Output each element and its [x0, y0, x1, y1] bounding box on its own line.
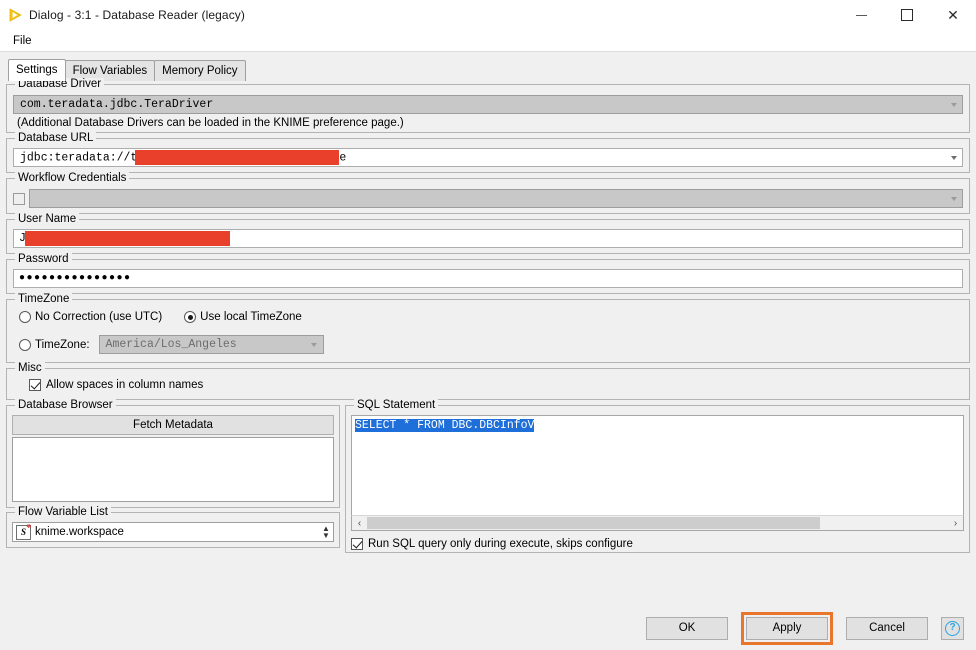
window-controls: ✕: [838, 0, 976, 30]
password-legend: Password: [15, 253, 72, 265]
cancel-button[interactable]: Cancel: [846, 617, 928, 640]
redaction-bar: [135, 150, 339, 165]
chevron-down-icon: [307, 343, 323, 347]
workflow-credentials-checkbox[interactable]: [13, 193, 25, 205]
user-name-input[interactable]: J: [13, 229, 963, 248]
radio-timezone-label: TimeZone:: [35, 339, 90, 351]
database-url-combo[interactable]: jdbc:teradata://t e: [13, 148, 963, 167]
close-icon: ✕: [947, 8, 959, 22]
flow-variable-label: knime.workspace: [35, 526, 319, 538]
database-url-value: jdbc:teradata://t e: [14, 150, 946, 165]
bottom-split-panel: Database Browser Fetch Metadata Flow Var…: [6, 405, 970, 553]
flow-variable-list-legend: Flow Variable List: [15, 506, 111, 518]
fetch-metadata-button[interactable]: Fetch Metadata: [12, 415, 334, 435]
apply-button[interactable]: Apply: [746, 617, 828, 640]
scrollbar-thumb[interactable]: [367, 517, 820, 529]
password-input[interactable]: ●●●●●●●●●●●●●●●: [13, 269, 963, 288]
window-titlebar: Dialog - 3:1 - Database Reader (legacy) …: [0, 0, 976, 30]
maximize-button[interactable]: [884, 0, 930, 30]
run-sql-on-execute-checkbox[interactable]: [351, 538, 363, 550]
sql-statement-legend: SQL Statement: [354, 399, 438, 411]
tab-settings[interactable]: Settings: [8, 59, 66, 81]
sql-statement-group: SQL Statement SELECT * FROM DBC.DBCInfoV…: [345, 405, 970, 553]
database-url-group: Database URL jdbc:teradata://te: [6, 138, 970, 173]
tabstrip: Settings Flow Variables Memory Policy: [0, 52, 976, 81]
settings-tab-panel: Database Driver com.teradata.jdbc.TeraDr…: [6, 84, 970, 553]
allow-spaces-checkbox[interactable]: [29, 379, 41, 391]
knime-node-triangle-icon: [7, 7, 23, 23]
radio-no-correction[interactable]: [19, 311, 31, 323]
help-button[interactable]: ?: [941, 617, 964, 640]
chevron-down-icon: [946, 197, 962, 201]
timezone-legend: TimeZone: [15, 293, 72, 305]
flow-variable-list-group: Flow Variable List S knime.workspace ▲▼: [6, 512, 340, 548]
database-driver-combo[interactable]: com.teradata.jdbc.TeraDriver: [13, 95, 963, 114]
database-browser-legend: Database Browser: [15, 399, 116, 411]
sql-statement-text: SELECT * FROM DBC.DBCInfoV: [355, 419, 534, 432]
radio-no-correction-label: No Correction (use UTC): [35, 311, 162, 323]
chevron-down-icon: [946, 156, 962, 160]
string-variable-icon: S: [16, 525, 31, 540]
dialog-footer: OK Apply Cancel ?: [0, 606, 976, 650]
database-driver-group: Database Driver com.teradata.jdbc.TeraDr…: [6, 84, 970, 133]
list-scroll-spinner[interactable]: ▲▼: [319, 525, 333, 539]
radio-use-local-timezone[interactable]: [184, 311, 196, 323]
database-url-suffix: e: [339, 152, 346, 165]
allow-spaces-label: Allow spaces in column names: [46, 379, 203, 391]
right-pane: SQL Statement SELECT * FROM DBC.DBCInfoV…: [345, 405, 970, 553]
database-url-prefix: jdbc:teradata://t: [20, 152, 137, 165]
password-group: Password ●●●●●●●●●●●●●●●: [6, 259, 970, 294]
close-button[interactable]: ✕: [930, 0, 976, 30]
run-sql-on-execute-label: Run SQL query only during execute, skips…: [368, 538, 633, 550]
scroll-left-icon[interactable]: ‹: [352, 516, 367, 530]
misc-group: Misc Allow spaces in column names: [6, 368, 970, 400]
window-title: Dialog - 3:1 - Database Reader (legacy): [29, 8, 245, 22]
radio-use-local-timezone-label: Use local TimeZone: [200, 311, 302, 323]
timezone-group: TimeZone No Correction (use UTC) Use loc…: [6, 299, 970, 363]
scroll-right-icon[interactable]: ›: [948, 516, 963, 530]
sql-statement-editor[interactable]: SELECT * FROM DBC.DBCInfoV: [351, 415, 964, 515]
menu-file[interactable]: File: [8, 33, 37, 49]
minimize-icon: [856, 15, 867, 16]
sql-horizontal-scrollbar[interactable]: ‹ ›: [351, 515, 964, 531]
workflow-credentials-legend: Workflow Credentials: [15, 172, 129, 184]
minimize-button[interactable]: [838, 0, 884, 30]
database-driver-value: com.teradata.jdbc.TeraDriver: [14, 98, 946, 111]
list-item[interactable]: S knime.workspace ▲▼: [12, 522, 334, 542]
user-name-group: User Name J: [6, 219, 970, 254]
workflow-credentials-group: Workflow Credentials: [6, 178, 970, 214]
maximize-icon: [901, 9, 913, 21]
question-mark-icon: ?: [945, 621, 960, 636]
database-browser-tree[interactable]: [12, 437, 334, 502]
dialog-body: Settings Flow Variables Memory Policy Da…: [0, 51, 976, 650]
left-pane: Database Browser Fetch Metadata Flow Var…: [6, 405, 340, 553]
user-name-legend: User Name: [15, 213, 79, 225]
menubar: File: [0, 30, 976, 51]
chevron-down-icon: ▼: [322, 532, 330, 539]
tab-memory-policy[interactable]: Memory Policy: [154, 60, 245, 81]
chevron-down-icon: [946, 103, 962, 107]
database-browser-group: Database Browser Fetch Metadata: [6, 405, 340, 508]
workflow-credentials-combo[interactable]: [29, 189, 963, 208]
database-driver-hint: (Additional Database Drivers can be load…: [13, 114, 963, 130]
scrollbar-track[interactable]: [367, 516, 948, 530]
database-url-legend: Database URL: [15, 132, 96, 144]
redaction-bar: [25, 231, 230, 246]
radio-timezone[interactable]: [19, 339, 31, 351]
misc-legend: Misc: [15, 362, 45, 374]
ok-button[interactable]: OK: [646, 617, 728, 640]
apply-button-highlight: Apply: [741, 612, 833, 645]
timezone-value: America/Los_Angeles: [100, 338, 307, 351]
timezone-combo[interactable]: America/Los_Angeles: [99, 335, 324, 354]
